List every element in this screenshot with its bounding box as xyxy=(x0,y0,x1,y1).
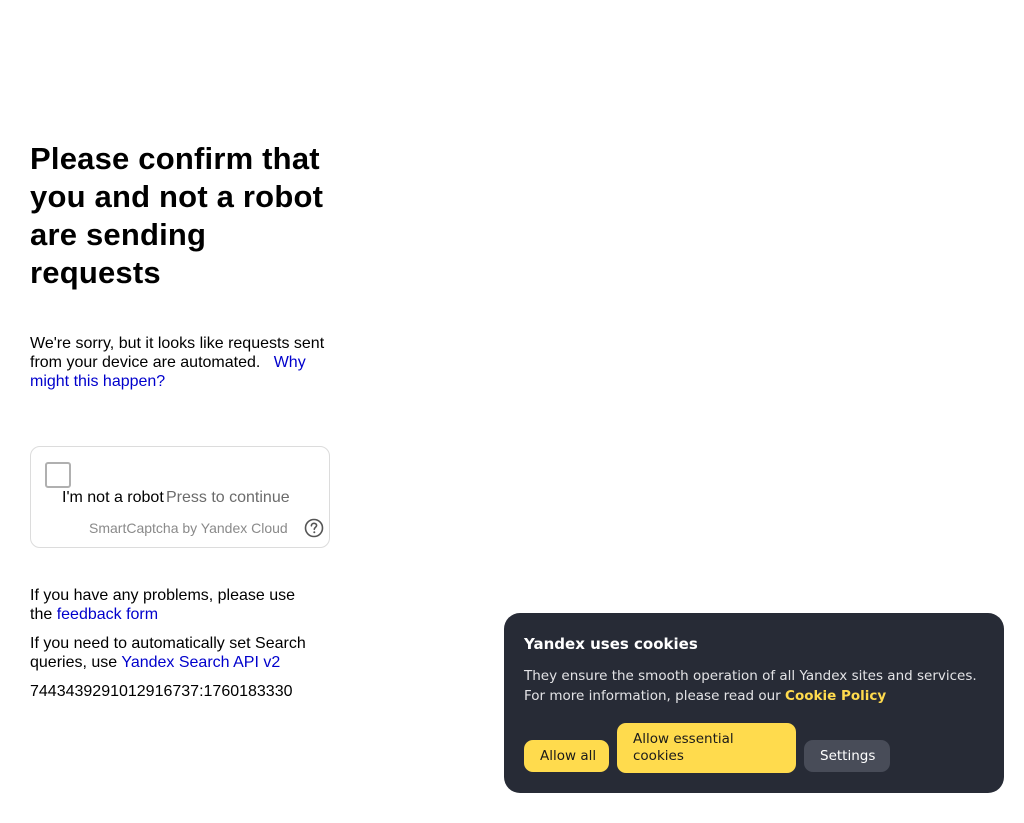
captcha-brand: SmartCaptcha by Yandex Cloud xyxy=(89,520,288,536)
api-paragraph: If you need to automatically set Search … xyxy=(30,634,320,672)
cookie-policy-link[interactable]: Cookie Policy xyxy=(785,688,886,704)
robot-checkbox[interactable] xyxy=(45,462,71,488)
press-to-continue[interactable]: Press to continue xyxy=(166,489,290,507)
cookie-settings-button[interactable]: Settings xyxy=(804,740,890,772)
feedback-link[interactable]: feedback form xyxy=(57,606,158,623)
apology-message: We're sorry, but it looks like requests … xyxy=(30,334,330,391)
cookie-description: They ensure the smooth operation of all … xyxy=(524,666,984,706)
cookie-banner: Yandex uses cookies They ensure the smoo… xyxy=(504,613,1004,793)
question-circle-icon[interactable] xyxy=(304,518,324,538)
main-content: Please confirm that you and not a robot … xyxy=(30,140,330,391)
cookie-title: Yandex uses cookies xyxy=(524,635,698,653)
help-info: If you have any problems, please use the… xyxy=(30,586,320,701)
allow-all-button[interactable]: Allow all xyxy=(524,740,609,772)
search-api-link[interactable]: Yandex Search API v2 xyxy=(121,654,280,671)
cookie-text: They ensure the smooth operation of all … xyxy=(524,668,977,704)
smartcaptcha-widget: I'm not a robot Press to continue SmartC… xyxy=(30,446,330,548)
request-token: 7443439291012916737:1760183330 xyxy=(30,683,293,700)
page-title: Please confirm that you and not a robot … xyxy=(30,141,324,290)
robot-checkbox-label: I'm not a robot xyxy=(62,489,164,506)
allow-essential-button[interactable]: Allow essential cookies xyxy=(617,723,796,773)
captcha-page: Please confirm that you and not a robot … xyxy=(0,0,1024,823)
problems-paragraph: If you have any problems, please use the… xyxy=(30,586,305,624)
